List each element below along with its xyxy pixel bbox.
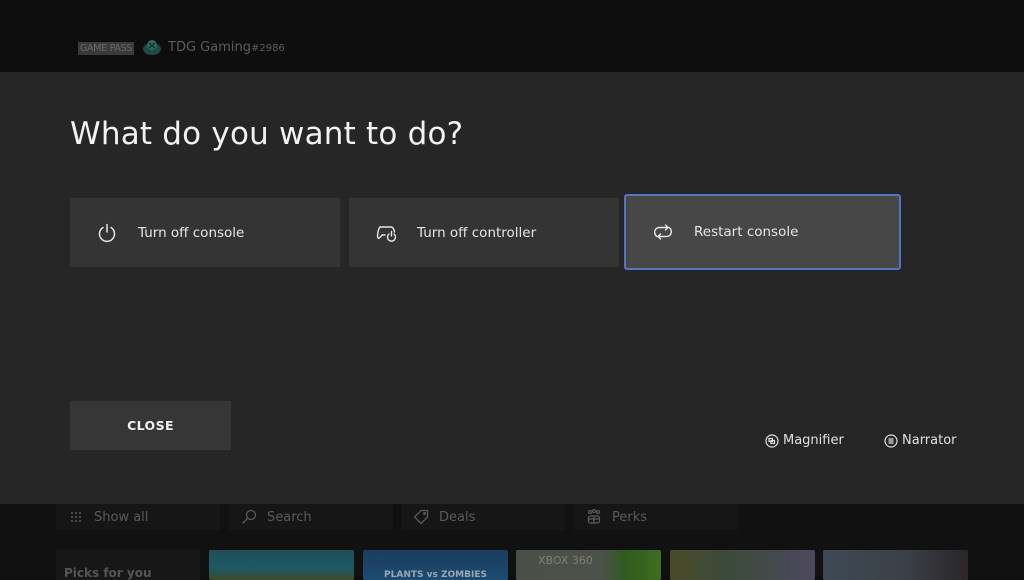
gamertag: TDG Gaming#2986 [168,40,285,55]
turn-off-console-button[interactable]: Turn off console [70,198,340,267]
magnifier-button[interactable]: Magnifier [765,433,844,448]
nav-search[interactable]: Search [229,504,393,530]
nav-label: Show all [94,509,149,525]
nav-label: Deals [439,509,476,525]
nav-show-all[interactable]: Show all [56,504,220,530]
home-top-bar: GAME PASS TDG Gaming#2986 [0,0,1024,72]
gamertag-suffix: #2986 [250,43,285,54]
search-icon [241,509,257,525]
close-button[interactable]: CLOSE [70,401,231,450]
nav-label: Perks [612,509,648,525]
nav-deals[interactable]: Deals [401,504,565,530]
tag-icon [413,509,429,525]
narrator-button[interactable]: Narrator [884,433,957,448]
dialog-title: What do you want to do? [70,116,464,152]
gamertag-name: TDG Gaming [168,40,251,55]
option-label: Turn off controller [417,224,537,241]
xbox-avatar-icon[interactable] [142,38,162,56]
power-dialog: What do you want to do? Turn off console… [0,72,1024,504]
restart-console-button[interactable]: Restart console [624,194,901,270]
magnifier-label: Magnifier [783,433,844,448]
nav-perks[interactable]: Perks [574,504,738,530]
grid-icon [68,509,84,525]
gift-icon [586,509,602,525]
option-label: Turn off console [138,224,245,241]
narrator-label: Narrator [902,433,957,448]
power-icon [96,222,118,244]
game-pass-badge: GAME PASS [78,42,135,55]
magnifier-icon [765,433,779,448]
restart-icon [652,221,674,243]
turn-off-controller-button[interactable]: Turn off controller [349,198,619,267]
option-label: Restart console [694,224,799,240]
controller-power-icon [375,222,397,244]
nav-label: Search [267,509,312,525]
narrator-icon [884,433,898,448]
